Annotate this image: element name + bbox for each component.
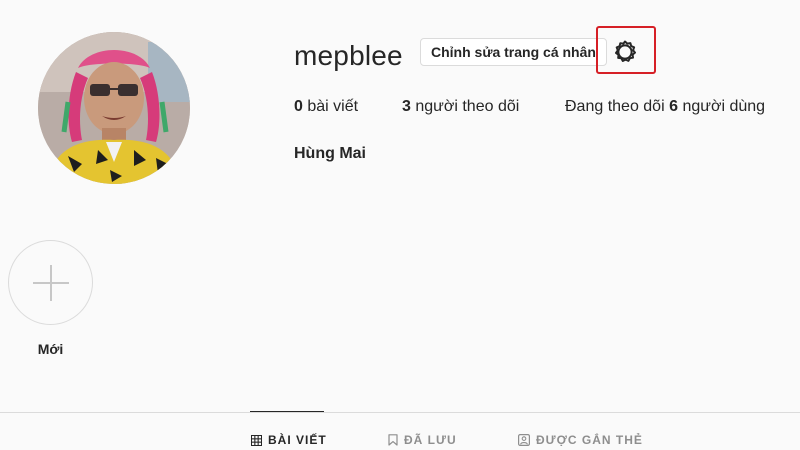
following-label: người dùng [682,98,766,115]
tab-tagged[interactable]: ĐƯỢC GẮN THẺ [518,432,643,448]
grid-icon [251,434,262,446]
new-highlight-button[interactable] [8,240,93,325]
profile-username: mepblee [294,40,403,71]
following-prefix: Đang theo dõi [565,98,665,115]
avatar-photo [38,32,190,184]
stat-following[interactable]: Đang theo dõi 6 người dùng [565,97,765,117]
posts-count: 0 [294,98,303,115]
stat-followers[interactable]: 3 người theo dõi [402,97,519,117]
tab-saved-label: ĐÃ LƯU [404,433,457,447]
tab-saved[interactable]: ĐÃ LƯU [388,432,457,448]
edit-profile-button[interactable]: Chỉnh sửa trang cá nhân [420,38,607,66]
tabs-divider [0,412,800,413]
followers-count: 3 [402,98,411,115]
bookmark-icon [388,434,398,446]
following-count: 6 [669,98,678,115]
posts-label: bài viết [307,98,359,115]
settings-button[interactable] [612,39,638,65]
followers-label: người theo dõi [415,98,520,115]
profile-avatar[interactable] [38,32,190,184]
new-highlight-label: Mới [37,341,64,357]
profile-page: mepblee Chỉnh sửa trang cá nhân 0 bài vi… [0,0,800,450]
tab-tagged-label: ĐƯỢC GẮN THẺ [536,433,643,447]
plus-icon [33,265,69,301]
stat-posts: 0 bài viết [294,97,358,117]
tab-posts-label: BÀI VIẾT [268,433,327,447]
active-tab-indicator [250,411,324,412]
tab-posts[interactable]: BÀI VIẾT [251,432,327,448]
tag-person-icon [518,434,530,446]
profile-full-name: Hùng Mai [294,145,366,162]
gear-icon [615,40,636,62]
